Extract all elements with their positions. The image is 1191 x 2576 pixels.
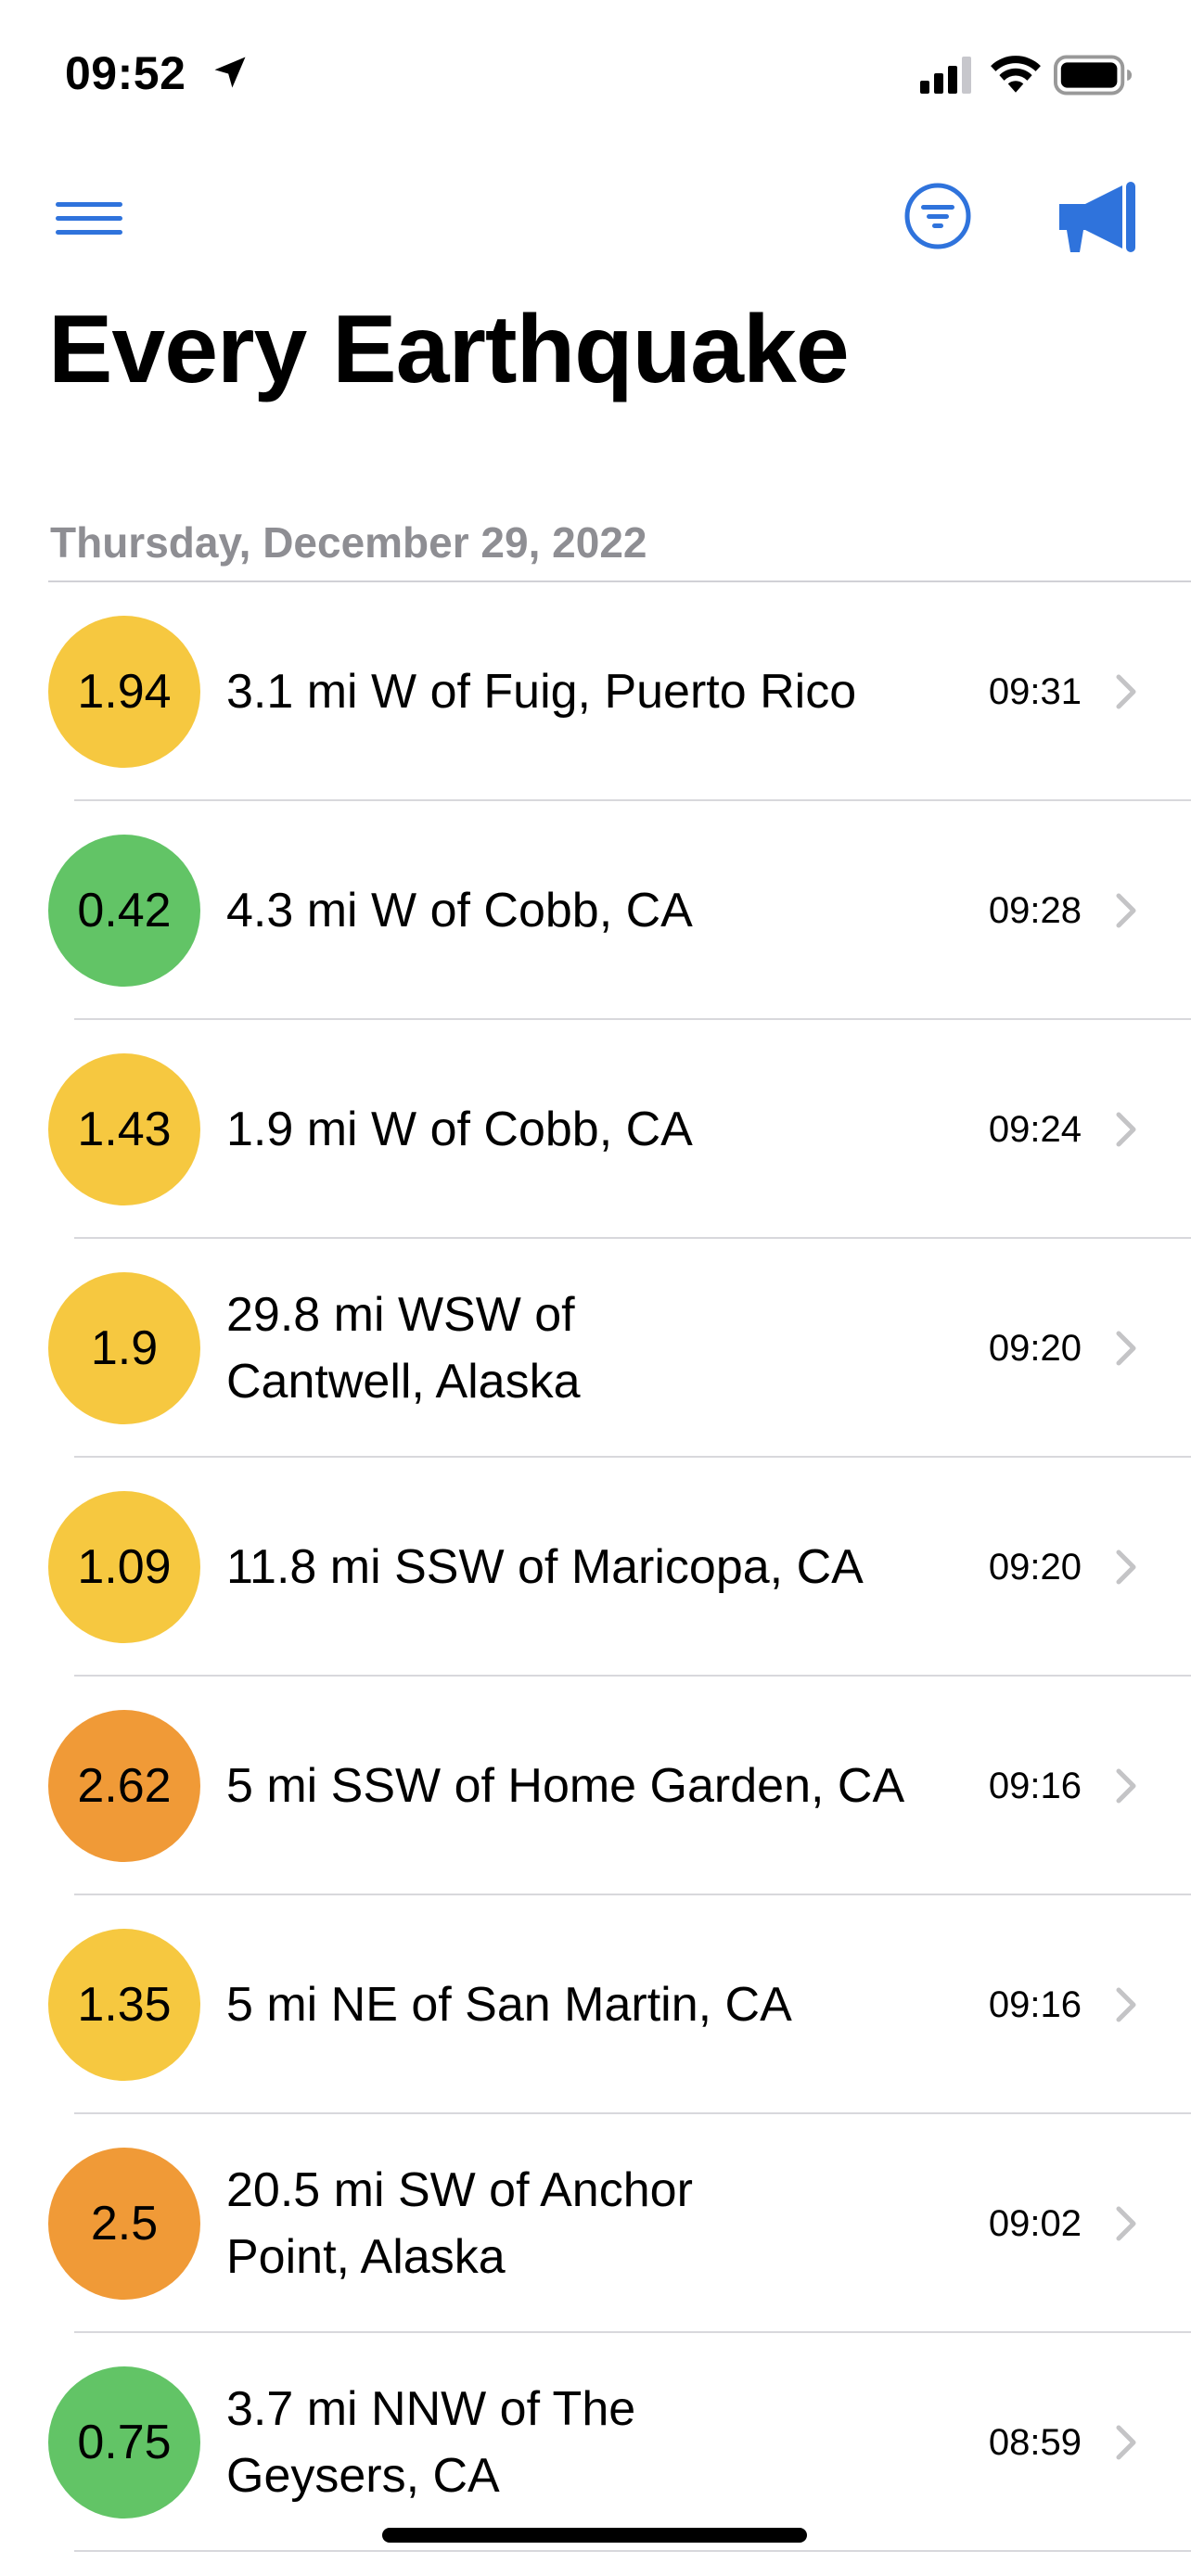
earthquake-list: 1.94 3.1 mi W of Fuig, Puerto Rico 09:31… (0, 582, 1191, 2552)
magnitude-badge: 1.35 (48, 1929, 200, 2081)
filter-icon (904, 183, 971, 249)
magnitude-badge: 0.42 (48, 835, 200, 987)
location-arrow-icon (214, 57, 246, 88)
earthquake-location: 3.1 mi W of Fuig, Puerto Rico (226, 665, 857, 719)
chevron-right-icon (1116, 1549, 1136, 1585)
magnitude-badge: 1.43 (48, 1053, 200, 1205)
magnitude-badge: 0.75 (48, 2366, 200, 2519)
magnitude-badge: 1.09 (48, 1491, 200, 1643)
menu-button[interactable] (48, 185, 132, 250)
chevron-right-icon (1116, 2206, 1136, 2241)
chevron-right-icon (1116, 1768, 1136, 1804)
chevron-right-icon (1116, 1987, 1136, 2022)
earthquake-time: 08:59 (988, 2421, 1082, 2463)
earthquake-row[interactable]: 1.43 1.9 mi W of Cobb, CA 09:24 (0, 1020, 1191, 1239)
earthquake-time: 09:31 (988, 670, 1082, 712)
earthquake-location: 5 mi SSW of Home Garden, CA (226, 1759, 905, 1813)
megaphone-icon (1059, 182, 1135, 252)
earthquake-time: 09:20 (988, 1546, 1082, 1588)
earthquake-location: 1.9 mi W of Cobb, CA (226, 1103, 693, 1156)
earthquake-row[interactable]: 0.42 4.3 mi W of Cobb, CA 09:28 (0, 801, 1191, 1020)
magnitude-badge: 2.5 (48, 2148, 200, 2300)
section-date-header: Thursday, December 29, 2022 (50, 518, 647, 567)
earthquake-row[interactable]: 1.94 3.1 mi W of Fuig, Puerto Rico 09:31 (0, 582, 1191, 801)
earthquake-location: 5 mi NE of San Martin, CA (226, 1978, 792, 2032)
earthquake-row[interactable]: 1.09 11.8 mi SSW of Maricopa, CA 09:20 (0, 1458, 1191, 1677)
earthquake-time: 09:02 (988, 2202, 1082, 2244)
navigation-bar (0, 158, 1191, 269)
chevron-right-icon (1116, 2425, 1136, 2460)
magnitude-badge: 2.62 (48, 1710, 200, 1862)
earthquake-location: 4.3 mi W of Cobb, CA (226, 884, 693, 937)
earthquake-row[interactable]: 1.9 29.8 mi WSW of Cantwell, Alaska 09:2… (0, 1239, 1191, 1458)
earthquake-location: 20.5 mi SW of Anchor Point, Alaska (226, 2163, 693, 2284)
status-bar: 09:52 (0, 0, 1191, 139)
announcements-button[interactable] (1048, 172, 1141, 261)
earthquake-time: 09:20 (988, 1327, 1082, 1369)
earthquake-row[interactable]: 2.62 5 mi SSW of Home Garden, CA 09:16 (0, 1677, 1191, 1895)
chevron-right-icon (1116, 893, 1136, 928)
earthquake-time: 09:16 (988, 1765, 1082, 1806)
earthquake-time: 09:28 (988, 889, 1082, 931)
chevron-right-icon (1116, 1112, 1136, 1147)
chevron-right-icon (1116, 674, 1136, 709)
earthquake-time: 09:16 (988, 1983, 1082, 2025)
filter-button[interactable] (896, 174, 980, 258)
row-separator (74, 2550, 1191, 2552)
earthquake-row[interactable]: 1.35 5 mi NE of San Martin, CA 09:16 (0, 1895, 1191, 2114)
battery-icon (1054, 55, 1133, 96)
earthquake-time: 09:24 (988, 1108, 1082, 1150)
status-time: 09:52 (65, 47, 186, 99)
earthquake-row[interactable]: 2.5 20.5 mi SW of Anchor Point, Alaska 0… (0, 2114, 1191, 2333)
magnitude-badge: 1.94 (48, 616, 200, 768)
home-indicator[interactable] (382, 2528, 807, 2543)
earthquake-location: 29.8 mi WSW of Cantwell, Alaska (226, 1288, 581, 1409)
magnitude-badge: 1.9 (48, 1272, 200, 1424)
earthquake-location: 11.8 mi SSW of Maricopa, CA (226, 1540, 864, 1594)
cellular-signal-icon (920, 57, 971, 94)
page-title: Every Earthquake (48, 296, 850, 403)
wifi-icon (991, 56, 1041, 93)
earthquake-row[interactable]: 0.75 3.7 mi NNW of The Geysers, CA 08:59 (0, 2333, 1191, 2552)
earthquake-location: 3.7 mi NNW of The Geysers, CA (226, 2382, 636, 2503)
hamburger-menu-icon (56, 202, 122, 235)
chevron-right-icon (1116, 1331, 1136, 1366)
